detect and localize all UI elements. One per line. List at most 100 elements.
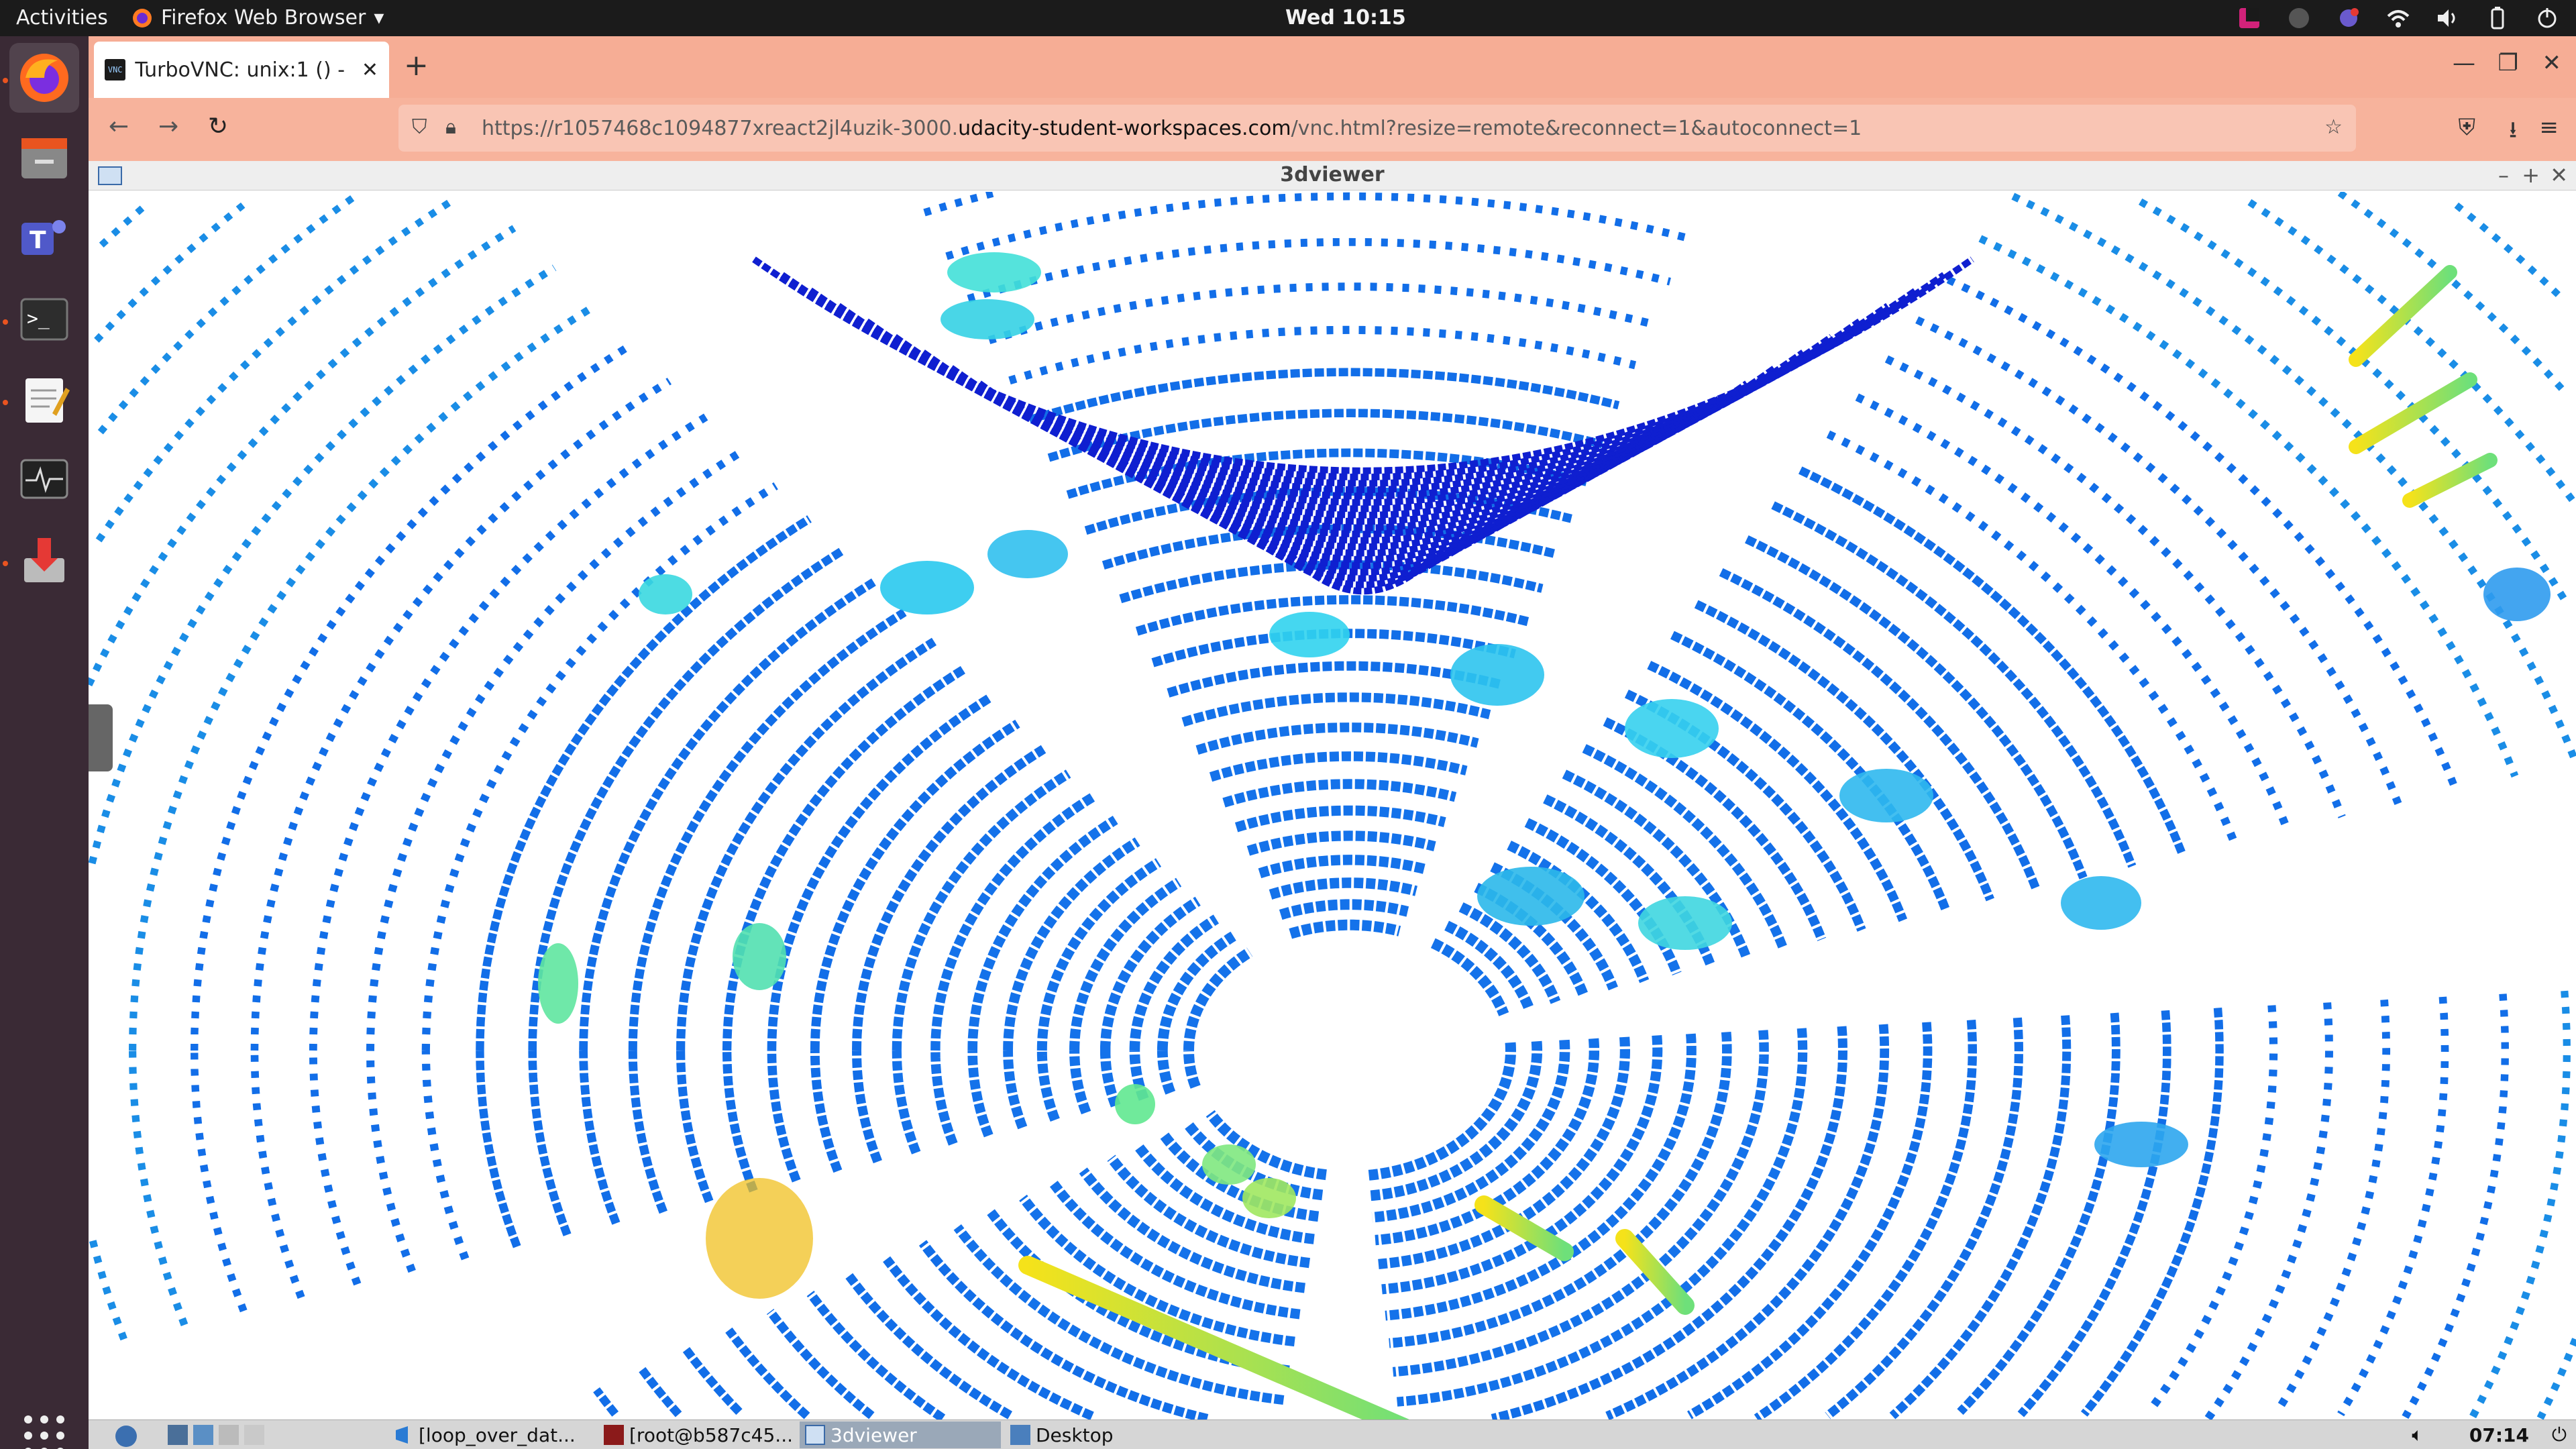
restore-icon[interactable]: ❐: [2498, 50, 2518, 76]
firefox-icon: [20, 54, 68, 102]
object-cluster: [941, 299, 1034, 339]
scan-ring: [89, 198, 2571, 687]
files-icon: [21, 138, 67, 178]
terminal-task-icon: [604, 1425, 624, 1445]
task-label: [loop_over_dat...: [419, 1424, 576, 1446]
scan-ring: [94, 202, 2567, 343]
task-terminal[interactable]: [root@b587c45...: [598, 1421, 798, 1448]
remote-start-icon[interactable]: [94, 1421, 148, 1448]
vscode-icon: [396, 1426, 408, 1444]
bookmark-star-icon[interactable]: ☆: [2324, 115, 2343, 139]
installer-icon: [24, 538, 64, 582]
remote-clock: 07:14: [2469, 1424, 2529, 1446]
show-desktop-icon[interactable]: [168, 1425, 188, 1445]
svg-text:T: T: [30, 227, 46, 254]
task-desktop[interactable]: Desktop: [1005, 1421, 1118, 1448]
navigation-bar: ← → ↻ ⛉ 🔒︎ https://r1057468c1094877xreac…: [89, 98, 2576, 161]
object-cluster: [2061, 876, 2141, 930]
desktop-task-icon: [1010, 1425, 1030, 1445]
system-tray[interactable]: [2237, 5, 2560, 31]
object-cluster: [987, 530, 1068, 578]
url-domain: udacity-student-workspaces.com: [958, 116, 1291, 140]
viewer-minimize-icon[interactable]: –: [2498, 162, 2509, 188]
tab-strip: VNC TurboVNC: unix:1 () - noVNC ✕ + — ❐ …: [89, 36, 2576, 98]
dock-text-editor[interactable]: [9, 365, 79, 435]
running-indicator: [3, 78, 8, 83]
tab-title: TurboVNC: unix:1 () - noVNC: [135, 58, 352, 82]
viewer-task-icon: [805, 1425, 825, 1445]
svg-text:>_: >_: [27, 307, 50, 330]
scan-ring: [967, 751, 1732, 1348]
text-editor-icon: [25, 378, 70, 423]
reload-icon[interactable]: ↻: [208, 113, 228, 140]
dock-terminal[interactable]: >_: [9, 284, 79, 354]
globe-icon[interactable]: [2286, 5, 2312, 31]
minimize-icon[interactable]: —: [2453, 50, 2475, 76]
viewer-close-icon[interactable]: ✕: [2550, 162, 2568, 188]
task-label: 3dviewer: [830, 1424, 917, 1446]
notification-icon[interactable]: [2336, 5, 2361, 31]
pocket-icon[interactable]: ⛨: [2459, 114, 2476, 141]
vnc-remote-desktop[interactable]: 3dviewer – + ✕ [loop_over_dat... [root@b…: [89, 161, 2576, 1449]
scan-ring: [1129, 877, 1570, 1223]
top-clock[interactable]: Wed 10:15: [1285, 6, 1406, 30]
remote-window-icon[interactable]: [244, 1425, 264, 1445]
teams-icon: T: [21, 220, 66, 255]
wifi-icon[interactable]: [2385, 5, 2411, 31]
menu-icon[interactable]: ≡: [2540, 114, 2559, 141]
dock-teams[interactable]: T: [9, 204, 79, 274]
lidar-point-cloud[interactable]: [89, 192, 2576, 1419]
object-cluster: [2483, 568, 2551, 621]
object-cluster: [639, 574, 692, 614]
shield-icon[interactable]: ⛉: [412, 115, 427, 139]
system-monitor-icon: [20, 459, 68, 499]
back-icon[interactable]: ←: [109, 113, 129, 140]
object-cluster: [733, 923, 786, 990]
object-cluster: [1638, 896, 1732, 950]
close-tab-icon[interactable]: ✕: [362, 58, 378, 82]
downloads-icon[interactable]: ⭳: [2509, 114, 2517, 152]
scan-ring-far: [752, 256, 1974, 474]
pole-points: [2349, 372, 2477, 454]
quick-launch[interactable]: [162, 1421, 270, 1448]
dock-system-monitor[interactable]: [9, 445, 79, 515]
viewer-title: 3dviewer: [1280, 163, 1385, 186]
scan-ring: [579, 448, 2121, 1415]
new-tab-icon[interactable]: +: [404, 48, 429, 83]
task-3dviewer[interactable]: 3dviewer: [800, 1421, 1001, 1448]
volume-icon[interactable]: [2435, 5, 2461, 31]
url-bar[interactable]: ⛉ 🔒︎ https://r1057468c1094877xreact2jl4u…: [398, 105, 2356, 152]
dock-files[interactable]: [9, 123, 79, 193]
app-indicator-icon[interactable]: [2237, 5, 2262, 31]
task-vscode[interactable]: [loop_over_dat...: [388, 1421, 581, 1448]
dock-installer[interactable]: [9, 526, 79, 596]
close-window-icon[interactable]: ✕: [2542, 50, 2562, 76]
novnc-control-bar-handle[interactable]: [89, 704, 113, 771]
running-indicator: [3, 319, 8, 325]
vnc-favicon-icon: VNC: [105, 59, 126, 80]
viewer-maximize-icon[interactable]: +: [2522, 162, 2540, 188]
activities-button[interactable]: Activities: [16, 6, 108, 30]
object-cluster: [1477, 867, 1585, 926]
dock-firefox[interactable]: [9, 43, 79, 113]
viewer-titlebar[interactable]: 3dviewer – + ✕: [89, 161, 2576, 191]
url-suffix: /vnc.html?resize=remote&reconnect=1&auto…: [1291, 116, 1862, 140]
remote-power-icon[interactable]: ⏻: [2546, 1421, 2572, 1448]
running-indicator: [3, 561, 8, 566]
battery-icon[interactable]: [2485, 5, 2510, 31]
task-label: Desktop: [1036, 1424, 1114, 1446]
remote-files-icon[interactable]: [219, 1425, 239, 1445]
gnome-top-bar: Activities Firefox Web Browser ▾ Wed 10:…: [0, 0, 2576, 36]
app-menu[interactable]: Firefox Web Browser ▾: [131, 6, 384, 30]
remote-taskbar: [loop_over_dat... [root@b587c45... 3dvie…: [89, 1419, 2576, 1449]
remote-volume-icon[interactable]: 🔈︎: [2406, 1421, 2428, 1448]
show-apps-icon[interactable]: [24, 1415, 64, 1449]
tab-turbovnc[interactable]: VNC TurboVNC: unix:1 () - noVNC ✕: [94, 42, 389, 98]
object-cluster: [1115, 1084, 1155, 1124]
forward-icon[interactable]: →: [158, 113, 178, 140]
running-indicator: [3, 400, 8, 405]
lock-icon[interactable]: 🔒︎: [445, 115, 456, 139]
power-icon[interactable]: [2534, 5, 2560, 31]
remote-terminal-icon[interactable]: [193, 1425, 213, 1445]
url-prefix: https://r1057468c1094877xreact2jl4uzik-3…: [482, 116, 959, 140]
